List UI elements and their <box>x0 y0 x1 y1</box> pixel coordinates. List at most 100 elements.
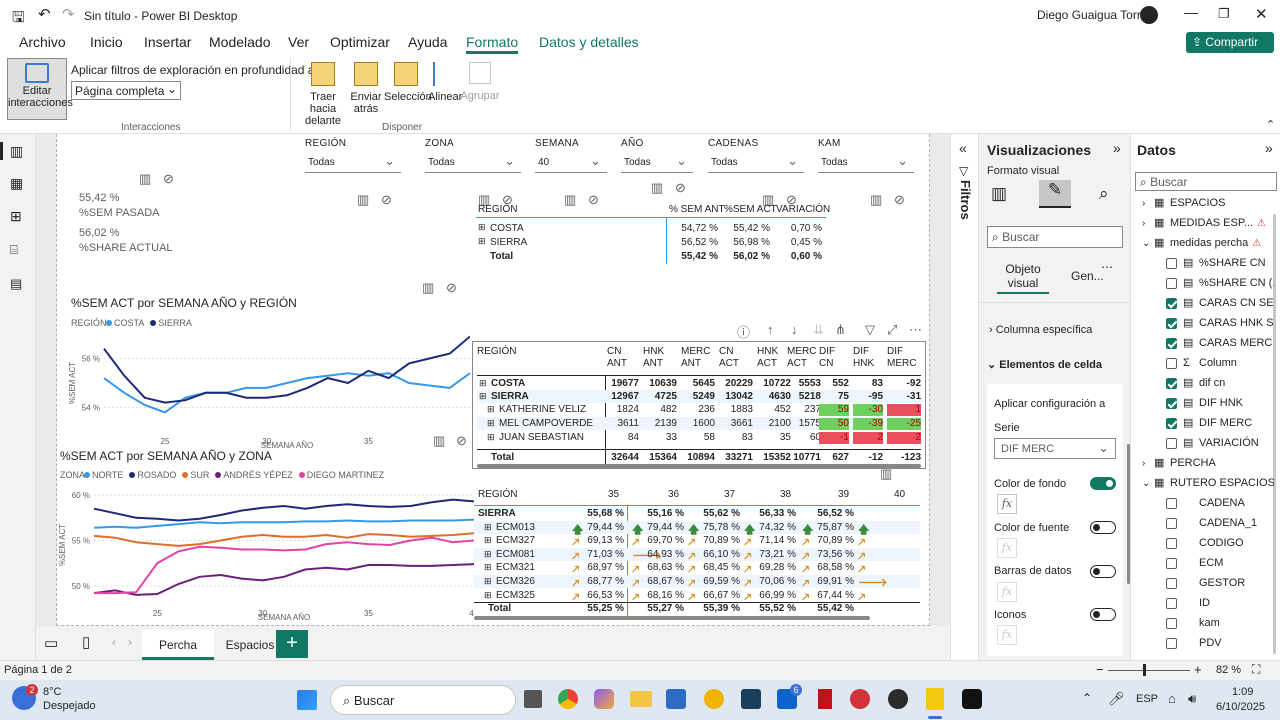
field-checkbox[interactable] <box>1166 577 1177 589</box>
menu-modelado[interactable]: Modelado <box>209 34 271 50</box>
expand-icon[interactable]: ⊞ <box>479 391 487 402</box>
chrome-icon[interactable] <box>558 689 578 709</box>
interaction-none-icon[interactable]: ⊘ <box>894 192 905 208</box>
taskbar-search[interactable]: ⌕ Buscar <box>330 685 516 715</box>
field-checkbox[interactable] <box>1166 517 1177 529</box>
column-header[interactable]: 37 <box>724 489 735 500</box>
undo-icon[interactable]: ↶ <box>38 5 51 23</box>
fx-button[interactable]: fx <box>997 494 1017 514</box>
legend-item[interactable]: ANDRÉS YÉPEZ <box>215 470 293 480</box>
expand-icon[interactable]: ⊞ <box>478 222 486 233</box>
chevron-right-icon[interactable]: › <box>1142 455 1154 472</box>
legend-item[interactable]: NORTE <box>84 470 123 480</box>
field-checkbox[interactable] <box>1166 497 1177 509</box>
column-header[interactable]: 40 <box>894 489 905 500</box>
slicer-cadenas[interactable]: Todas <box>708 153 804 173</box>
mic-icon[interactable]: 🎤︎ <box>1108 691 1125 707</box>
interaction-filter-icon[interactable]: ▥ <box>357 192 369 208</box>
tray-chevron-icon[interactable]: ⌃ <box>1082 691 1092 705</box>
chevron-right-icon[interactable]: › <box>1142 215 1154 232</box>
collapse-ribbon-icon[interactable]: ⌃ <box>1266 118 1275 131</box>
expand-icon[interactable]: ⊞ <box>484 590 492 601</box>
data-field-item[interactable]: ECM <box>1142 554 1274 572</box>
column-header[interactable]: %SEM ACT <box>724 204 777 215</box>
user-avatar-icon[interactable] <box>1140 6 1158 24</box>
minimize-icon[interactable]: — <box>1184 4 1198 20</box>
store-icon[interactable] <box>666 689 686 709</box>
expand-icon[interactable]: ⊞ <box>484 576 492 587</box>
column-header[interactable]: VARIACIÓN <box>776 204 830 215</box>
data-field-item[interactable]: ID <box>1142 594 1274 612</box>
chevron-right-icon[interactable]: › <box>1142 195 1154 212</box>
more-options-icon[interactable]: ⋯ <box>909 322 922 338</box>
data-field-item[interactable]: ▤ CARAS MERC ... <box>1142 334 1274 352</box>
column-header[interactable]: DIF MERC <box>887 346 921 370</box>
slicer-region[interactable]: Todas <box>305 153 401 173</box>
analytics-icon[interactable]: ⌕ <box>1099 184 1109 204</box>
collapse-data-icon[interactable]: » <box>1265 140 1273 156</box>
column-header[interactable]: REGIÓN <box>477 346 597 358</box>
windows-start-icon[interactable] <box>297 690 317 710</box>
fit-page-icon[interactable]: ⛶ <box>1252 662 1260 677</box>
maximize-icon[interactable]: ❐ <box>1218 6 1230 22</box>
bring-forward-button[interactable]: Traer hacia delante <box>298 62 348 127</box>
column-header[interactable]: MERC ACT <box>787 346 821 370</box>
expand-icon[interactable]: ⊞ <box>484 535 492 546</box>
menu-ayuda[interactable]: Ayuda <box>408 34 447 50</box>
data-field-item[interactable]: › ▦ PERCHA <box>1142 454 1274 472</box>
fx-button[interactable]: fx <box>997 538 1017 558</box>
tmdl-view-icon[interactable]: ▤ <box>10 276 22 292</box>
interaction-none-icon[interactable]: ⊘ <box>381 192 392 208</box>
icons-toggle[interactable] <box>1090 608 1116 621</box>
filters-pane-collapsed[interactable]: « ▽ Filtros <box>950 134 978 660</box>
data-field-item[interactable]: ▤ DIF HNK <box>1142 394 1274 412</box>
next-page-icon[interactable]: › <box>128 635 132 649</box>
data-field-item[interactable]: ▤ CARAS CN SE... <box>1142 294 1274 312</box>
data-field-item[interactable]: ▤ DIF MERC <box>1142 414 1274 432</box>
clock-date[interactable]: 6/10/2025 <box>1216 701 1265 713</box>
zoom-slider-thumb[interactable] <box>1143 664 1146 676</box>
section-columna-especifica[interactable]: › Columna específica <box>989 324 1092 336</box>
column-header[interactable]: HNK ACT <box>757 346 791 370</box>
user-name[interactable]: Diego Guaigua Torres <box>1037 8 1154 22</box>
field-checkbox[interactable] <box>1166 357 1177 369</box>
data-search-input[interactable]: ⌕ Buscar <box>1135 172 1277 191</box>
tab-objeto-visual[interactable]: Objeto visual <box>997 262 1049 294</box>
expand-level-icon[interactable]: ⋔ <box>835 322 846 338</box>
column-header[interactable]: 35 <box>608 489 619 500</box>
menu-formato[interactable]: Formato <box>466 34 519 54</box>
zoom-in-icon[interactable]: + <box>1194 662 1202 677</box>
column-header[interactable]: % SEM ANT <box>669 204 725 215</box>
column-header[interactable]: REGIÓN <box>478 489 517 500</box>
interaction-filter-icon[interactable]: ▥ <box>422 280 434 296</box>
expand-icon[interactable]: ⊞ <box>487 404 495 415</box>
app-icon[interactable] <box>888 689 908 709</box>
expand-icon[interactable]: ⊞ <box>487 432 495 443</box>
field-checkbox[interactable] <box>1166 257 1177 269</box>
field-checkbox[interactable] <box>1166 637 1177 649</box>
expand-icon[interactable]: ⊞ <box>484 562 492 573</box>
region-table[interactable]: REGIÓN % SEM ANT %SEM ACT VARIACIÓN ⊞ CO… <box>476 202 830 264</box>
drill-up-icon[interactable]: ↑ <box>767 322 774 337</box>
data-field-item[interactable]: ⌄ ▦ medidas percha ⚠ <box>1142 234 1274 252</box>
field-checkbox[interactable] <box>1166 537 1177 549</box>
expand-icon[interactable]: ⊞ <box>478 236 486 247</box>
close-icon[interactable]: ✕ <box>1255 5 1268 23</box>
data-field-item[interactable]: › ▦ MEDIDAS ESP... ⚠ <box>1142 214 1274 232</box>
horizontal-scrollbar[interactable] <box>477 464 921 468</box>
data-field-item[interactable]: PDV <box>1142 634 1274 652</box>
font-color-toggle[interactable] <box>1090 521 1116 534</box>
field-checkbox[interactable] <box>1166 337 1177 349</box>
menu-insertar[interactable]: Insertar <box>144 34 191 50</box>
slicer-zona[interactable]: Todas <box>425 153 521 173</box>
column-header[interactable]: HNK ANT <box>643 346 677 370</box>
field-checkbox[interactable] <box>1166 277 1177 289</box>
help-icon[interactable]: ⓘ <box>737 322 750 341</box>
legend-item[interactable]: SIERRA <box>150 318 192 328</box>
chevron-down-icon[interactable]: ⌄ <box>1142 475 1154 492</box>
data-field-item[interactable]: Σ Column <box>1142 354 1274 372</box>
model-view-icon[interactable]: ⊞ <box>10 208 22 225</box>
zoom-out-icon[interactable]: − <box>1096 662 1104 677</box>
more-options-icon[interactable]: ⋯ <box>1101 260 1113 274</box>
expand-filters-icon[interactable]: « <box>959 140 967 156</box>
